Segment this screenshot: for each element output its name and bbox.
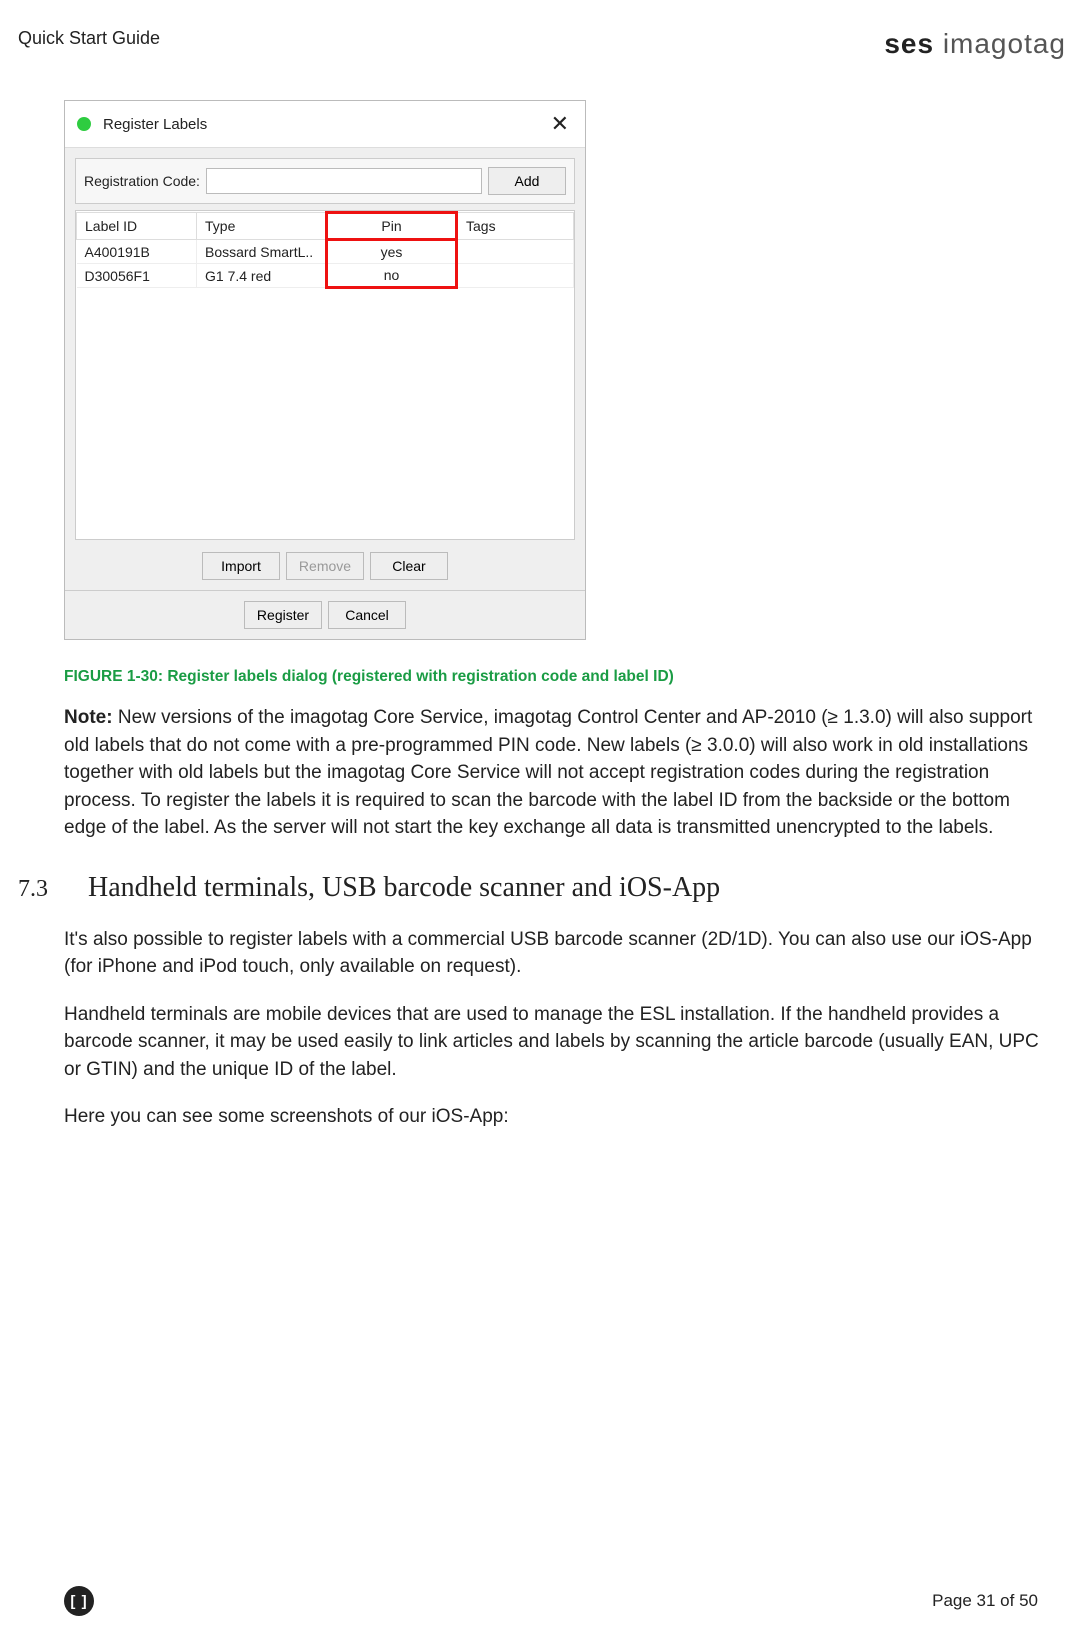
section-title: Handheld terminals, USB barcode scanner … xyxy=(88,872,720,904)
body-paragraph: Here you can see some screenshots of our… xyxy=(64,1103,1046,1131)
note-text: New versions of the imagotag Core Servic… xyxy=(64,707,1032,838)
cell-id: A400191B xyxy=(77,240,197,264)
section-number: 7.3 xyxy=(18,876,64,903)
logo-ses: ses xyxy=(884,28,934,59)
import-button[interactable]: Import xyxy=(202,552,280,580)
inner-button-row: Import Remove Clear xyxy=(75,540,575,590)
clear-button[interactable]: Clear xyxy=(370,552,448,580)
table-row[interactable]: D30056F1 G1 7.4 red no xyxy=(77,264,574,288)
cell-pin: yes xyxy=(327,240,457,264)
body-paragraph: Handheld terminals are mobile devices th… xyxy=(64,1001,1046,1084)
footer-button-row: Register Cancel xyxy=(65,590,585,639)
cell-tags xyxy=(457,240,574,264)
registration-code-input[interactable] xyxy=(206,168,482,194)
close-icon[interactable]: ✕ xyxy=(547,111,573,137)
col-type[interactable]: Type xyxy=(197,213,327,240)
brand-logo: ses imagotag xyxy=(884,28,1066,60)
note-paragraph: Note: New versions of the imagotag Core … xyxy=(64,704,1046,842)
body-paragraph: It's also possible to register labels wi… xyxy=(64,926,1046,981)
status-dot-icon xyxy=(77,117,91,131)
figure-caption: FIGURE 1-30: Register labels dialog (reg… xyxy=(64,668,1046,686)
doc-title: Quick Start Guide xyxy=(18,28,160,49)
cancel-button[interactable]: Cancel xyxy=(328,601,406,629)
table-row[interactable]: A400191B Bossard SmartL.. yes xyxy=(77,240,574,264)
remove-button[interactable]: Remove xyxy=(286,552,364,580)
registration-row: Registration Code: Add xyxy=(75,158,575,204)
labels-table: Label ID Type Pin Tags A400191B Bossard … xyxy=(75,210,575,540)
col-pin[interactable]: Pin xyxy=(327,213,457,240)
register-button[interactable]: Register xyxy=(244,601,322,629)
add-button[interactable]: Add xyxy=(488,167,566,195)
col-label-id[interactable]: Label ID xyxy=(77,213,197,240)
logo-imagotag: imagotag xyxy=(943,28,1066,59)
registration-code-label: Registration Code: xyxy=(84,173,200,189)
cell-type: Bossard SmartL.. xyxy=(197,240,327,264)
cell-tags xyxy=(457,264,574,288)
dialog-title: Register Labels xyxy=(103,116,547,133)
footer-brackets-icon: [ ] xyxy=(64,1586,94,1616)
cell-id: D30056F1 xyxy=(77,264,197,288)
cell-pin: no xyxy=(327,264,457,288)
register-labels-dialog: Register Labels ✕ Registration Code: Add… xyxy=(64,100,586,640)
cell-type: G1 7.4 red xyxy=(197,264,327,288)
col-tags[interactable]: Tags xyxy=(457,213,574,240)
dialog-titlebar: Register Labels ✕ xyxy=(65,101,585,148)
note-label: Note: xyxy=(64,707,113,728)
page-number: Page 31 of 50 xyxy=(932,1591,1038,1611)
